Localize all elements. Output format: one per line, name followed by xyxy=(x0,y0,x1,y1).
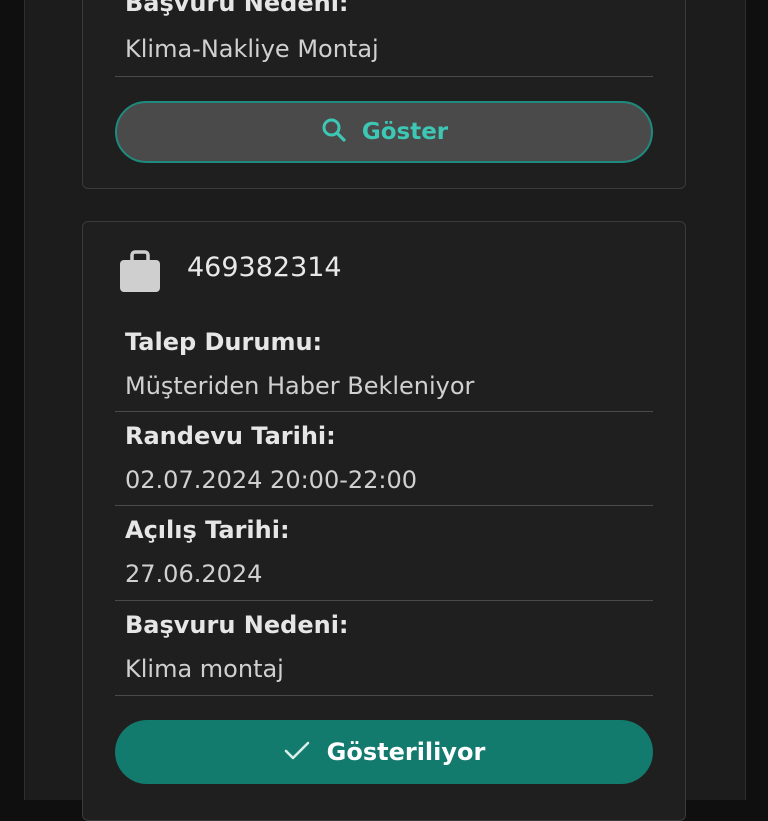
field-divider xyxy=(115,505,653,506)
showing-button-label: Gösteriliyor xyxy=(326,738,486,766)
showing-button[interactable]: Gösteriliyor xyxy=(115,720,653,784)
status-label: Talep Durumu: xyxy=(125,328,323,356)
ticket-id: 469382314 xyxy=(187,252,342,283)
opening-date-value: 27.06.2024 xyxy=(125,560,263,588)
show-button[interactable]: Göster xyxy=(115,101,653,163)
ticket-card-previous: Başvuru Nedeni: Klima-Nakliye Montaj Gös… xyxy=(82,0,686,189)
show-button-label: Göster xyxy=(361,119,449,145)
reason-value: Klima montaj xyxy=(125,655,284,683)
status-value: Müşteriden Haber Bekleniyor xyxy=(125,372,475,400)
appointment-value: 02.07.2024 20:00-22:00 xyxy=(125,466,418,494)
ticket-card: 469382314 Talep Durumu: Müşteriden Haber… xyxy=(82,221,686,821)
field-divider xyxy=(115,76,653,77)
reason-value: Klima-Nakliye Montaj xyxy=(125,35,379,63)
field-divider xyxy=(115,411,653,412)
reason-label: Başvuru Nedeni: xyxy=(125,611,349,639)
check-icon xyxy=(283,739,311,765)
briefcase-icon xyxy=(119,250,161,294)
opening-date-label: Açılış Tarihi: xyxy=(125,516,290,544)
reason-label: Başvuru Nedeni: xyxy=(125,0,349,17)
appointment-label: Randevu Tarihi: xyxy=(125,422,336,450)
search-icon xyxy=(320,116,348,148)
field-divider xyxy=(115,600,653,601)
field-divider xyxy=(115,695,653,696)
